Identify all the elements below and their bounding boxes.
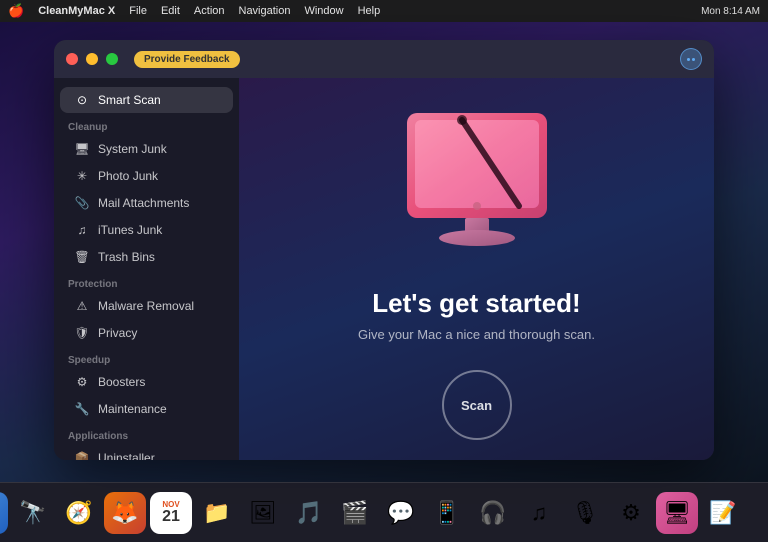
dock-notes[interactable]: 📝 xyxy=(702,492,744,534)
main-area: Let's get started! Give your Mac a nice … xyxy=(239,78,714,460)
dock-firefox[interactable]: 🦊 xyxy=(104,492,146,534)
privacy-label: Privacy xyxy=(98,326,137,340)
section-protection: Protection xyxy=(54,271,239,292)
menu-dots-button[interactable] xyxy=(680,48,702,70)
dock-music[interactable]: 🎵 xyxy=(288,492,330,534)
smart-scan-icon: ⊙ xyxy=(74,92,90,108)
itunes-junk-label: iTunes Junk xyxy=(98,223,162,237)
mac-illustration xyxy=(377,98,577,268)
mail-attachments-icon: 📎 xyxy=(74,195,90,211)
menu-edit[interactable]: Edit xyxy=(161,5,180,17)
privacy-icon: 🛡 xyxy=(74,325,90,341)
app-window: Provide Feedback ⊙ Smart Scan xyxy=(54,40,714,460)
dock-system-prefs[interactable]: ⚙ xyxy=(610,492,652,534)
uninstaller-label: Uninstaller xyxy=(98,451,155,460)
main-subtitle: Give your Mac a nice and thorough scan. xyxy=(358,327,595,342)
dock-messages[interactable]: 💬 xyxy=(380,492,422,534)
boosters-icon: ⚙ xyxy=(74,374,90,390)
sidebar-item-system-junk[interactable]: 🖥 System Junk xyxy=(60,136,233,162)
menu-action[interactable]: Action xyxy=(194,5,225,17)
dock: 🔵 🔭 🧭 🦊 NOV 21 📁 🖼 🎵 🎬 💬 📱 🎧 ♫ 🎙 ⚙ 🖥 📝 🗑 xyxy=(0,482,768,542)
section-speedup: Speedup xyxy=(54,347,239,368)
sidebar-item-itunes-junk[interactable]: ♫ iTunes Junk xyxy=(60,217,233,243)
dock-safari[interactable]: 🧭 xyxy=(58,492,100,534)
sidebar-item-uninstaller[interactable]: 📦 Uninstaller xyxy=(60,445,233,460)
sidebar-item-malware-removal[interactable]: ⚠ Malware Removal xyxy=(60,293,233,319)
menu-bar-left: 🍎 CleanMyMac X File Edit Action Navigati… xyxy=(8,3,380,19)
menu-bar: 🍎 CleanMyMac X File Edit Action Navigati… xyxy=(0,0,768,22)
trash-bins-label: Trash Bins xyxy=(98,250,155,264)
itunes-junk-icon: ♫ xyxy=(74,222,90,238)
boosters-label: Boosters xyxy=(98,375,145,389)
menu-window[interactable]: Window xyxy=(304,5,343,17)
sidebar-item-maintenance[interactable]: 🔧 Maintenance xyxy=(60,396,233,422)
dock-calendar[interactable]: NOV 21 xyxy=(150,492,192,534)
mail-attachments-label: Mail Attachments xyxy=(98,196,189,210)
sidebar: ⊙ Smart Scan Cleanup 🖥 System Junk ✳ Pho… xyxy=(54,78,239,460)
menu-help[interactable]: Help xyxy=(358,5,381,17)
system-junk-label: System Junk xyxy=(98,142,167,156)
dock-siri[interactable]: 🔭 xyxy=(12,492,54,534)
dots-inner xyxy=(687,58,695,61)
trash-bins-icon: 🗑 xyxy=(74,249,90,265)
sidebar-item-trash-bins[interactable]: 🗑 Trash Bins xyxy=(60,244,233,270)
dock-facetime[interactable]: 📱 xyxy=(426,492,468,534)
feedback-button[interactable]: Provide Feedback xyxy=(134,51,240,68)
section-applications: Applications xyxy=(54,423,239,444)
window-content: ⊙ Smart Scan Cleanup 🖥 System Junk ✳ Pho… xyxy=(54,78,714,460)
maximize-button[interactable] xyxy=(106,53,118,65)
app-name-menu[interactable]: CleanMyMac X xyxy=(38,5,115,17)
smart-scan-label: Smart Scan xyxy=(98,93,161,107)
dock-itunes[interactable]: ♫ xyxy=(518,492,560,534)
dock-files[interactable]: 📁 xyxy=(196,492,238,534)
apple-menu[interactable]: 🍎 xyxy=(8,3,24,19)
dot-1 xyxy=(687,58,690,61)
sidebar-item-mail-attachments[interactable]: 📎 Mail Attachments xyxy=(60,190,233,216)
title-bar: Provide Feedback xyxy=(54,40,714,78)
section-cleanup: Cleanup xyxy=(54,114,239,135)
dock-music2[interactable]: 🎧 xyxy=(472,492,514,534)
desktop: Provide Feedback ⊙ Smart Scan xyxy=(0,22,768,482)
photo-junk-icon: ✳ xyxy=(74,168,90,184)
dock-cleanmymac[interactable]: 🖥 xyxy=(656,492,698,534)
dock-trash[interactable]: 🗑 xyxy=(760,492,768,534)
sidebar-item-boosters[interactable]: ⚙ Boosters xyxy=(60,369,233,395)
menu-time: Mon 8:14 AM xyxy=(701,6,760,17)
sidebar-item-photo-junk[interactable]: ✳ Photo Junk xyxy=(60,163,233,189)
title-bar-right xyxy=(680,48,702,70)
system-junk-icon: 🖥 xyxy=(74,141,90,157)
dock-finder[interactable]: 🔵 xyxy=(0,492,8,534)
sidebar-item-privacy[interactable]: 🛡 Privacy xyxy=(60,320,233,346)
menu-navigation[interactable]: Navigation xyxy=(239,5,291,17)
menu-bar-right: Mon 8:14 AM xyxy=(701,6,760,17)
minimize-button[interactable] xyxy=(86,53,98,65)
scan-button[interactable]: Scan xyxy=(442,370,512,440)
dock-vlc[interactable]: 🎬 xyxy=(334,492,376,534)
close-button[interactable] xyxy=(66,53,78,65)
malware-removal-label: Malware Removal xyxy=(98,299,194,313)
dock-photos[interactable]: 🖼 xyxy=(242,492,284,534)
menu-file[interactable]: File xyxy=(129,5,147,17)
malware-removal-icon: ⚠ xyxy=(74,298,90,314)
main-title: Let's get started! xyxy=(372,288,580,319)
dot-2 xyxy=(692,58,695,61)
sidebar-item-smart-scan[interactable]: ⊙ Smart Scan xyxy=(60,87,233,113)
dock-podcasts[interactable]: 🎙 xyxy=(564,492,606,534)
photo-junk-label: Photo Junk xyxy=(98,169,158,183)
maintenance-icon: 🔧 xyxy=(74,401,90,417)
maintenance-label: Maintenance xyxy=(98,402,167,416)
uninstaller-icon: 📦 xyxy=(74,450,90,460)
